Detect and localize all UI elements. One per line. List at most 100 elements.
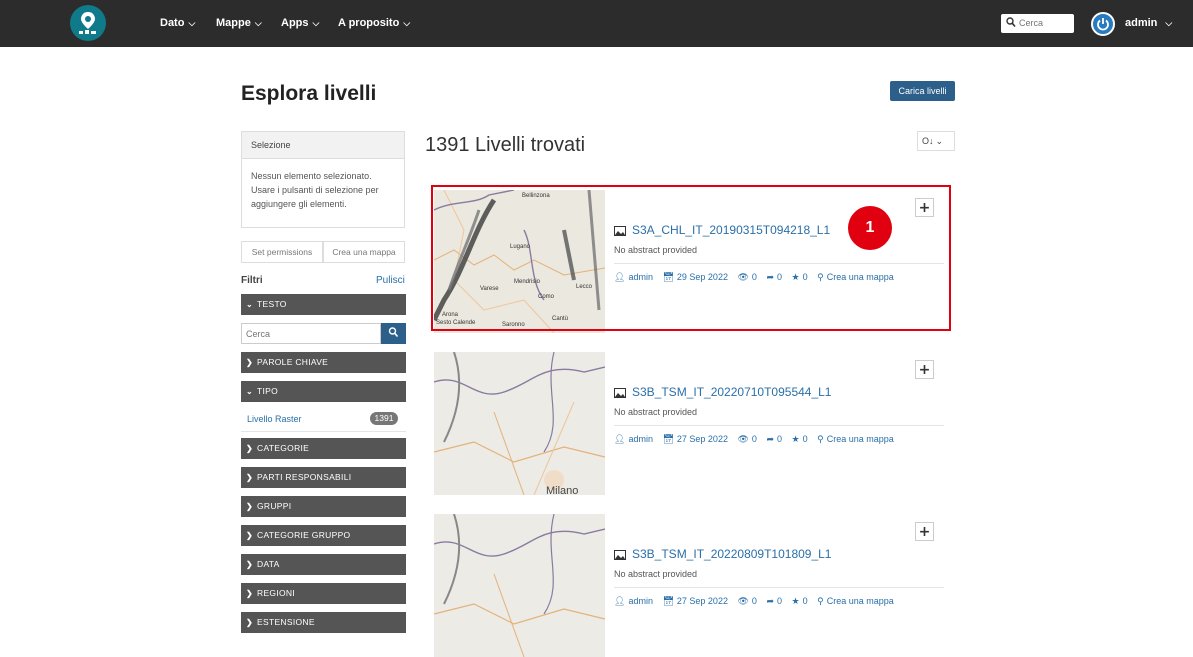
facet-regions-label: Regioni <box>257 588 296 598</box>
create-map-link[interactable]: ⚲ Crea una mappa <box>817 272 894 282</box>
facet-group-categories[interactable]: ❯ Categorie gruppo <box>241 525 406 546</box>
date-value: 27 Sep 2022 <box>676 596 728 606</box>
upload-layers-button[interactable]: Carica livelli <box>890 81 955 101</box>
eye-icon: 👁︎ <box>737 434 749 444</box>
image-icon <box>614 550 626 560</box>
power-icon[interactable] <box>1091 12 1115 36</box>
layer-card: S3B_TSM_IT_20220809T101809_L1 No abstrac… <box>434 514 944 657</box>
nav-apps[interactable]: Apps ⌵ <box>281 17 319 29</box>
facet-regions[interactable]: ❯ Regioni <box>241 583 406 604</box>
share-icon: ➦ <box>766 596 774 606</box>
owner-name: admin <box>628 434 653 444</box>
chevron-right-icon: ❯ <box>246 473 254 482</box>
divider <box>614 425 944 426</box>
user-icon: 👤︎ <box>614 272 626 282</box>
views: 👁︎ 0 <box>737 596 756 606</box>
facet-extent[interactable]: ❯ Estensione <box>241 612 406 633</box>
facet-date[interactable]: ❯ Data <box>241 554 406 575</box>
divider <box>614 263 944 264</box>
rating-value: 0 <box>802 596 808 606</box>
add-to-selection-button[interactable]: + <box>915 522 934 541</box>
global-search-input[interactable] <box>1019 16 1071 30</box>
type-count-badge: 1391 <box>370 412 398 425</box>
chevron-down-icon: ⌵ <box>188 18 196 28</box>
set-permissions-button[interactable]: Set permissions <box>241 241 323 263</box>
create-map-link[interactable]: ⚲ Crea una mappa <box>817 434 894 444</box>
layer-thumbnail[interactable] <box>434 514 605 657</box>
date: 📅︎ 27 Sep 2022 <box>662 434 727 444</box>
shares: ➦ 0 <box>766 434 782 444</box>
layer-card: Milano S3B_TSM_IT_20220710T095544_L1 No … <box>434 352 944 495</box>
nav-mappe[interactable]: Mappe ⌵ <box>216 17 262 29</box>
user-icon: 👤︎ <box>614 434 626 444</box>
facet-categories[interactable]: ❯ Categorie <box>241 438 406 459</box>
page-title: Esplora livelli <box>241 82 377 105</box>
date-value: 27 Sep 2022 <box>676 434 728 444</box>
map-marker-icon: ⚲ <box>817 434 824 444</box>
divider <box>241 431 406 432</box>
map-label: Lecco <box>576 284 593 290</box>
layer-title-link[interactable]: S3A_CHL_IT_20190315T094218_L1 <box>614 223 830 237</box>
text-filter-input[interactable] <box>241 323 381 344</box>
map-label: Como <box>538 294 555 300</box>
type-option-raster[interactable]: Livello Raster <box>247 414 302 424</box>
user-menu[interactable]: admin ⌵ <box>1125 17 1172 29</box>
calendar-icon: 📅︎ <box>662 434 674 444</box>
shares: ➦ 0 <box>766 272 782 282</box>
owner-link[interactable]: 👤︎ admin <box>614 596 653 606</box>
eye-icon: 👁︎ <box>737 272 749 282</box>
rating-value: 0 <box>802 434 808 444</box>
create-map-label: Crea una mappa <box>826 596 894 606</box>
facet-groups[interactable]: ❯ Gruppi <box>241 496 406 517</box>
layer-title-link[interactable]: S3B_TSM_IT_20220809T101809_L1 <box>614 547 831 561</box>
owner-link[interactable]: 👤︎ admin <box>614 434 653 444</box>
layer-thumbnail[interactable]: Milano <box>434 352 605 495</box>
rating: ★ 0 <box>792 596 808 606</box>
results-count-title: 1391 Livelli trovati <box>425 134 586 156</box>
facet-group-categories-label: Categorie gruppo <box>257 530 351 540</box>
global-search[interactable] <box>1001 14 1074 33</box>
facet-type[interactable]: ⌄ Tipo <box>241 381 406 402</box>
facet-text[interactable]: ⌄ Testo <box>241 294 406 315</box>
chevron-down-icon: ⌄ <box>246 387 254 396</box>
image-icon <box>614 226 626 236</box>
selection-body: Nessun elemento selezionato. Usare i pul… <box>251 171 379 209</box>
chevron-down-icon: ⌵ <box>1165 18 1173 28</box>
date-value: 29 Sep 2022 <box>676 272 728 282</box>
nav-a-proposito[interactable]: A proposito ⌵ <box>338 17 410 29</box>
facet-responsible-label: Parti responsabili <box>257 472 352 482</box>
chevron-right-icon: ❯ <box>246 560 254 569</box>
layer-meta: 👤︎ admin 📅︎ 27 Sep 2022 👁︎ 0 ➦ 0 ★ 0 ⚲ Crea un… <box>614 596 901 607</box>
add-to-selection-button[interactable]: + <box>915 360 934 379</box>
logo-icon[interactable] <box>70 5 106 41</box>
nav-dato[interactable]: Dato ⌵ <box>160 17 195 29</box>
chevron-right-icon: ❯ <box>246 444 254 453</box>
facet-type-label: Tipo <box>257 386 279 396</box>
chevron-down-icon: ⌄ <box>246 300 254 309</box>
map-label: Lugano <box>510 244 531 250</box>
facet-keywords[interactable]: ❯ Parole chiave <box>241 352 406 373</box>
layer-thumbnail[interactable]: Bellinzona Lugano Mendrisio Varese Como … <box>434 190 605 333</box>
user-name: admin <box>1125 17 1158 29</box>
add-to-selection-button[interactable]: + <box>915 198 934 217</box>
map-marker-icon: ⚲ <box>817 596 824 606</box>
rating: ★ 0 <box>792 434 808 444</box>
eye-icon: 👁︎ <box>737 596 749 606</box>
chevron-right-icon: ❯ <box>246 531 254 540</box>
nav-dato-label: Dato <box>160 17 185 29</box>
layer-title-link[interactable]: S3B_TSM_IT_20220710T095544_L1 <box>614 385 831 399</box>
map-label: Bellinzona <box>522 193 550 199</box>
facet-extent-label: Estensione <box>257 617 315 627</box>
star-icon: ★ <box>791 434 800 444</box>
chevron-down-icon: ⌵ <box>312 18 320 28</box>
sort-dropdown[interactable]: O↓ ⌄ <box>917 131 955 151</box>
top-navbar: Dato⌵ Mappe⌵ Apps⌵ A proposito⌵ admin⌵ <box>0 0 1193 47</box>
text-filter-search-button[interactable] <box>381 323 406 344</box>
selection-panel: Selezione Nessun elemento selezionato. U… <box>241 131 405 228</box>
facet-responsible[interactable]: ❯ Parti responsabili <box>241 467 406 488</box>
layer-title: S3B_TSM_IT_20220809T101809_L1 <box>632 547 832 561</box>
create-map-button[interactable]: Crea una mappa <box>323 241 405 263</box>
owner-link[interactable]: 👤︎ admin <box>614 272 653 282</box>
create-map-link[interactable]: ⚲ Crea una mappa <box>817 596 894 606</box>
clear-filters-link[interactable]: Pulisci <box>376 275 405 286</box>
